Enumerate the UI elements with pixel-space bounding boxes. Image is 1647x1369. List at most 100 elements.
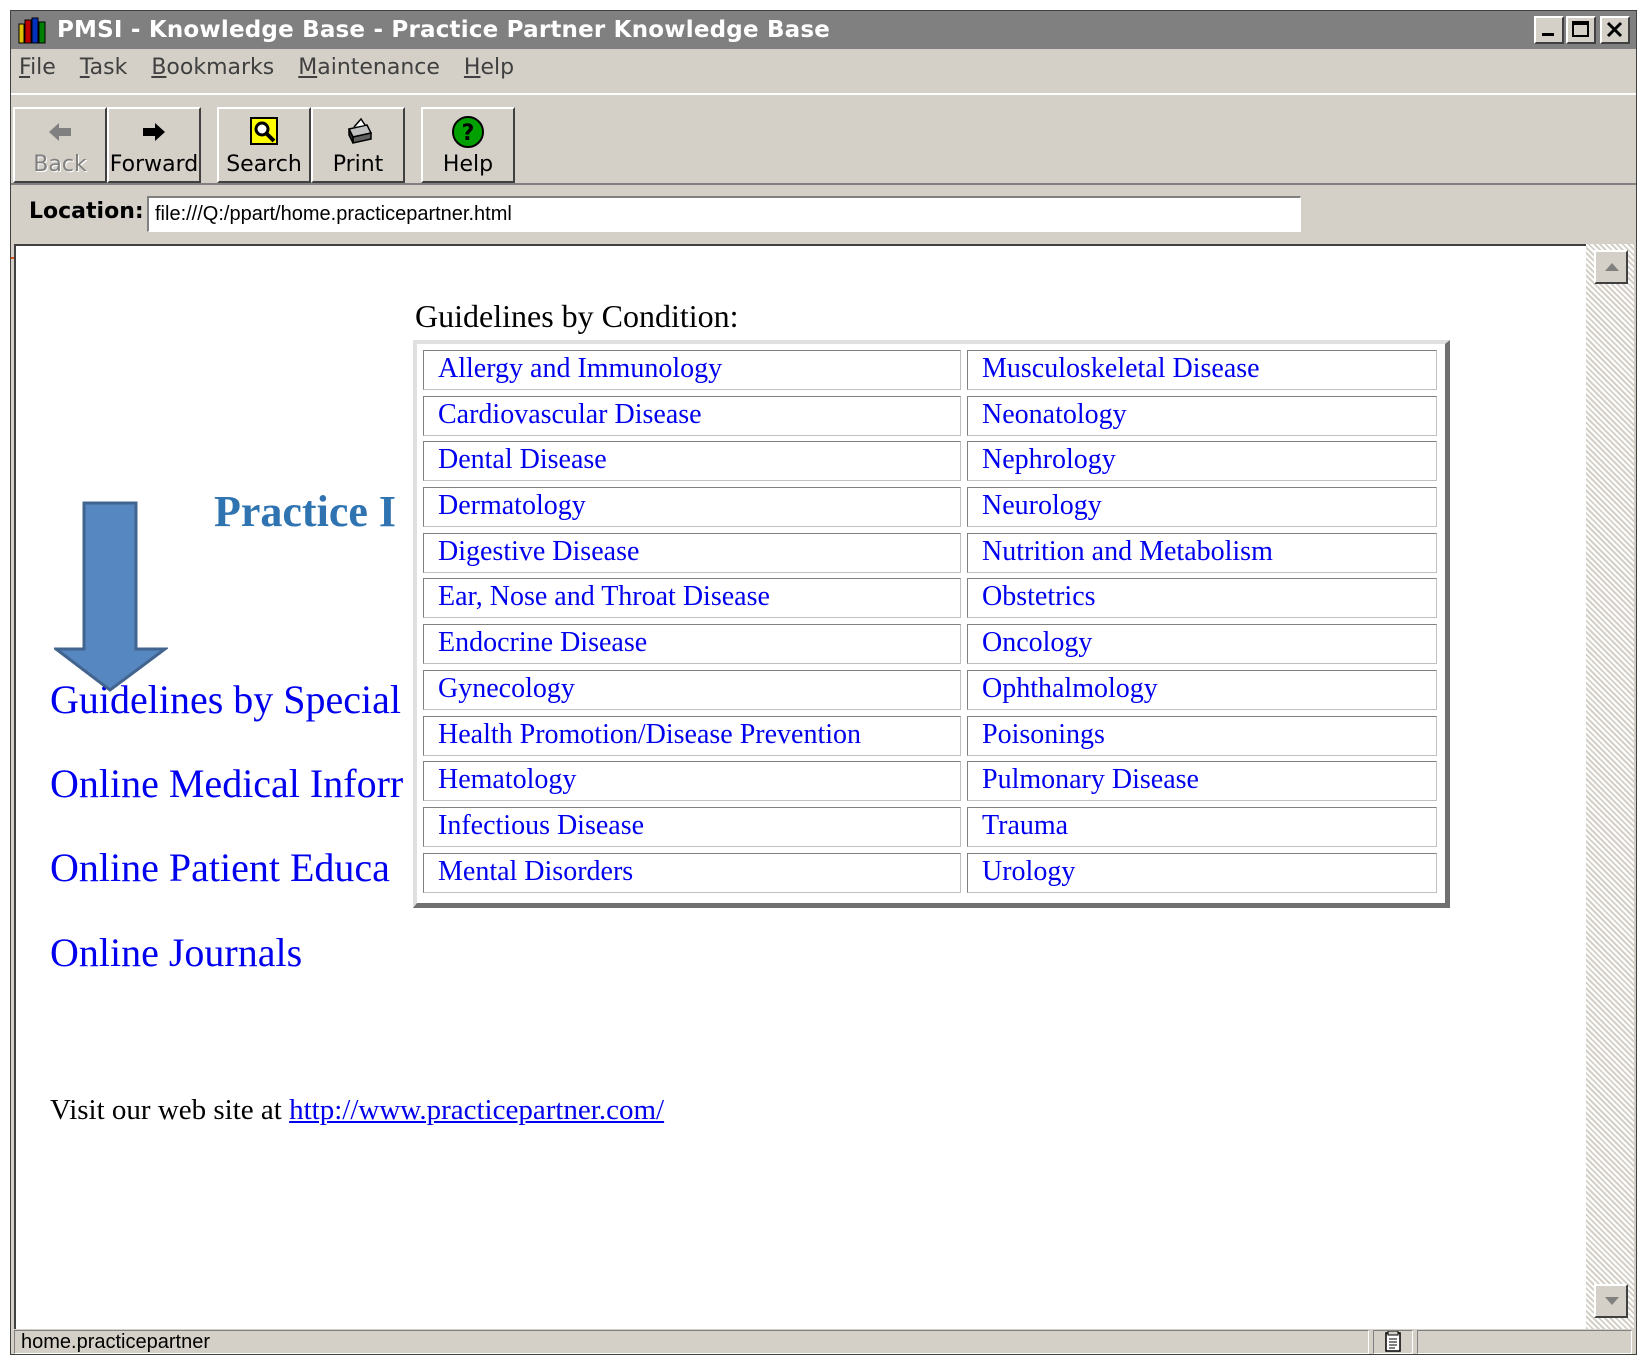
condition-link-neonatology[interactable]: Neonatology <box>982 399 1127 430</box>
condition-cell: Nephrology <box>967 441 1437 482</box>
books-app-icon <box>18 17 46 44</box>
scroll-down-icon <box>1605 1297 1619 1305</box>
visit-line: Visit our web site at http://www.practic… <box>50 1094 664 1127</box>
vertical-scrollbar[interactable] <box>1586 244 1634 1329</box>
condition-link-ophthalmology[interactable]: Ophthalmology <box>982 673 1158 704</box>
condition-link-allergy-and-immunology[interactable]: Allergy and Immunology <box>438 353 722 384</box>
menu-file[interactable]: File <box>11 53 68 83</box>
printer-icon <box>347 117 373 144</box>
condition-link-hematology[interactable]: Hematology <box>438 764 576 795</box>
condition-cell: Neurology <box>967 487 1437 528</box>
search-label: Search <box>226 152 302 177</box>
condition-link-ear-nose-and-throat-disease[interactable]: Ear, Nose and Throat Disease <box>438 581 770 612</box>
conditions-title: Guidelines by Condition: <box>415 298 739 334</box>
condition-cell: Oncology <box>967 624 1437 665</box>
condition-link-musculoskeletal-disease[interactable]: Musculoskeletal Disease <box>982 353 1260 384</box>
status-bar: home.practicepartner <box>11 1329 1636 1354</box>
menu-bar: File Task Bookmarks Maintenance Help <box>11 53 526 83</box>
condition-cell: Neonatology <box>967 395 1437 436</box>
condition-link-oncology[interactable]: Oncology <box>982 627 1092 658</box>
print-button[interactable]: Print <box>311 107 405 183</box>
condition-cell: Gynecology <box>423 669 961 710</box>
forward-button[interactable]: Forward <box>107 107 201 183</box>
condition-link-mental-disorders[interactable]: Mental Disorders <box>438 856 633 887</box>
close-button[interactable] <box>1600 16 1630 44</box>
close-icon <box>1606 21 1623 38</box>
condition-cell: Musculoskeletal Disease <box>967 350 1437 390</box>
help-button[interactable]: ? Help <box>421 107 515 183</box>
condition-link-poisonings[interactable]: Poisonings <box>982 719 1105 750</box>
condition-link-endocrine-disease[interactable]: Endocrine Disease <box>438 627 647 658</box>
conditions-table: Allergy and Immunology Musculoskeletal Di… <box>413 340 1450 908</box>
link-online-medical-information[interactable]: Online Medical Inforr <box>50 760 403 807</box>
search-button[interactable]: Search <box>217 107 311 183</box>
condition-cell: Ophthalmology <box>967 669 1437 710</box>
condition-cell: Poisonings <box>967 715 1437 756</box>
condition-cell: Obstetrics <box>967 578 1437 619</box>
condition-link-pulmonary-disease[interactable]: Pulmonary Disease <box>982 764 1199 795</box>
condition-cell: Hematology <box>423 761 961 802</box>
minimize-icon <box>1542 33 1554 36</box>
condition-cell: Dermatology <box>423 487 961 528</box>
condition-link-gynecology[interactable]: Gynecology <box>438 673 575 704</box>
link-online-patient-education[interactable]: Online Patient Educa <box>50 844 390 891</box>
condition-cell: Digestive Disease <box>423 532 961 573</box>
condition-cell: Mental Disorders <box>423 852 961 893</box>
condition-cell: Ear, Nose and Throat Disease <box>423 578 961 619</box>
visit-text: Visit our web site at <box>50 1094 290 1126</box>
menu-help[interactable]: Help <box>452 53 526 83</box>
condition-cell: Pulmonary Disease <box>967 761 1437 802</box>
location-label: Location: <box>29 199 144 224</box>
condition-link-nephrology[interactable]: Nephrology <box>982 444 1116 475</box>
condition-link-dental-disease[interactable]: Dental Disease <box>438 444 607 475</box>
help-question-icon: ? <box>452 116 484 148</box>
back-arrow-icon <box>49 123 71 141</box>
status-text: home.practicepartner <box>14 1330 1369 1354</box>
condition-link-dermatology[interactable]: Dermatology <box>438 490 586 521</box>
menu-bookmarks[interactable]: Bookmarks <box>139 53 286 83</box>
maximize-button[interactable] <box>1566 16 1596 44</box>
menu-maintenance[interactable]: Maintenance <box>286 53 452 83</box>
condition-link-obstetrics[interactable]: Obstetrics <box>982 581 1096 612</box>
condition-link-neurology[interactable]: Neurology <box>982 490 1102 521</box>
down-arrow-annotation <box>54 501 168 692</box>
toolbar: Back Forward Search Print ? Help <box>11 93 1636 185</box>
page-heading: Practice I <box>214 487 396 536</box>
condition-cell: Urology <box>967 852 1437 893</box>
scroll-up-icon <box>1605 263 1619 271</box>
condition-cell: Dental Disease <box>423 441 961 482</box>
back-label: Back <box>33 152 87 177</box>
document-status-icon <box>1385 1330 1401 1352</box>
svg-text:?: ? <box>462 121 475 146</box>
window-title: PMSI - Knowledge Base - Practice Partner… <box>57 17 831 43</box>
status-panel <box>1417 1330 1632 1354</box>
condition-link-digestive-disease[interactable]: Digestive Disease <box>438 536 639 567</box>
condition-link-cardiovascular-disease[interactable]: Cardiovascular Disease <box>438 399 702 430</box>
link-online-journals[interactable]: Online Journals <box>50 929 302 976</box>
browser-window: PMSI - Knowledge Base - Practice Partner… <box>10 10 1637 1355</box>
back-button[interactable]: Back <box>13 107 107 183</box>
help-label: Help <box>442 152 494 177</box>
forward-arrow-icon <box>143 123 165 141</box>
condition-link-nutrition-and-metabolism[interactable]: Nutrition and Metabolism <box>982 536 1273 567</box>
condition-link-infectious-disease[interactable]: Infectious Disease <box>438 810 644 841</box>
forward-label: Forward <box>109 152 199 177</box>
menu-task[interactable]: Task <box>68 53 139 83</box>
condition-cell: Trauma <box>967 806 1437 847</box>
title-bar: PMSI - Knowledge Base - Practice Partner… <box>11 11 1636 49</box>
condition-link-trauma[interactable]: Trauma <box>982 810 1068 841</box>
website-link[interactable]: http://www.practicepartner.com/ <box>289 1094 664 1126</box>
condition-cell: Infectious Disease <box>423 806 961 847</box>
condition-link-health-promotion-disease-prevention[interactable]: Health Promotion/Disease Prevention <box>438 719 861 750</box>
condition-link-urology[interactable]: Urology <box>982 856 1075 887</box>
condition-cell: Health Promotion/Disease Prevention <box>423 715 961 756</box>
minimize-button[interactable] <box>1534 16 1564 44</box>
content-pane: Practice I Guidelines by Special Online … <box>14 244 1586 1329</box>
scroll-down-button[interactable] <box>1594 1284 1628 1318</box>
location-input[interactable] <box>147 196 1301 232</box>
condition-cell: Allergy and Immunology <box>423 350 961 390</box>
condition-cell: Nutrition and Metabolism <box>967 532 1437 573</box>
scroll-up-button[interactable] <box>1594 250 1628 284</box>
location-bar: Location: <box>11 189 1636 237</box>
condition-cell: Endocrine Disease <box>423 624 961 665</box>
